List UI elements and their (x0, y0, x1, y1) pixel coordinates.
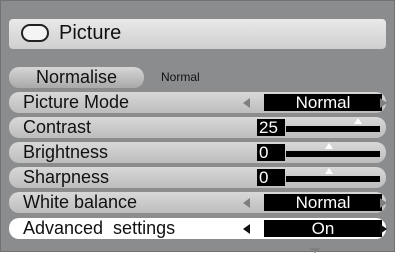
brightness-value: 0 (257, 144, 285, 161)
left-arrow-icon[interactable] (243, 198, 250, 208)
slider-marker-icon (354, 118, 362, 124)
normalise-button[interactable]: Normalise (9, 67, 144, 88)
contrast-value: 25 (257, 119, 285, 136)
right-arrow-icon[interactable] (380, 198, 387, 208)
contrast-slider[interactable] (286, 118, 380, 132)
white-balance-label: White balance (23, 192, 138, 212)
menu-row-sharpness[interactable]: Sharpness 0 (9, 167, 386, 188)
scroll-down-icon[interactable] (309, 248, 321, 253)
slider-marker-icon (325, 143, 333, 149)
normalise-value: Normal (161, 70, 200, 84)
sharpness-slider[interactable] (286, 168, 380, 182)
right-arrow-icon[interactable] (380, 98, 387, 108)
picture-mode-label: Picture Mode (23, 92, 130, 112)
white-balance-value: Normal (264, 194, 382, 211)
advanced-settings-value: On (264, 220, 382, 237)
menu-row-white-balance[interactable]: White balance Normal (9, 192, 387, 213)
menu-title: Picture (59, 22, 122, 44)
menu-row-brightness[interactable]: Brightness 0 (9, 142, 386, 163)
sharpness-value: 0 (257, 169, 285, 186)
left-arrow-icon[interactable] (243, 98, 250, 108)
brightness-slider[interactable] (286, 143, 380, 157)
menu-row-advanced-settings[interactable]: Advanced settings On (9, 218, 387, 239)
right-arrow-icon[interactable] (380, 224, 387, 234)
slider-marker-icon (325, 168, 333, 174)
left-arrow-icon[interactable] (243, 224, 250, 234)
sharpness-label: Sharpness (23, 167, 110, 187)
contrast-label: Contrast (23, 117, 92, 137)
advanced-settings-label: Advanced settings (23, 218, 176, 238)
menu-header: Picture (9, 19, 386, 49)
picture-mode-value: Normal (264, 94, 382, 111)
menu-row-contrast[interactable]: Contrast 25 (9, 117, 386, 138)
normalise-label: Normalise (35, 67, 118, 87)
menu-row-picture-mode[interactable]: Picture Mode Normal (9, 92, 387, 113)
pill-icon (21, 24, 49, 42)
brightness-label: Brightness (23, 142, 109, 162)
picture-osd-menu: Picture Normalise Normal Picture Mode No… (0, 0, 395, 253)
